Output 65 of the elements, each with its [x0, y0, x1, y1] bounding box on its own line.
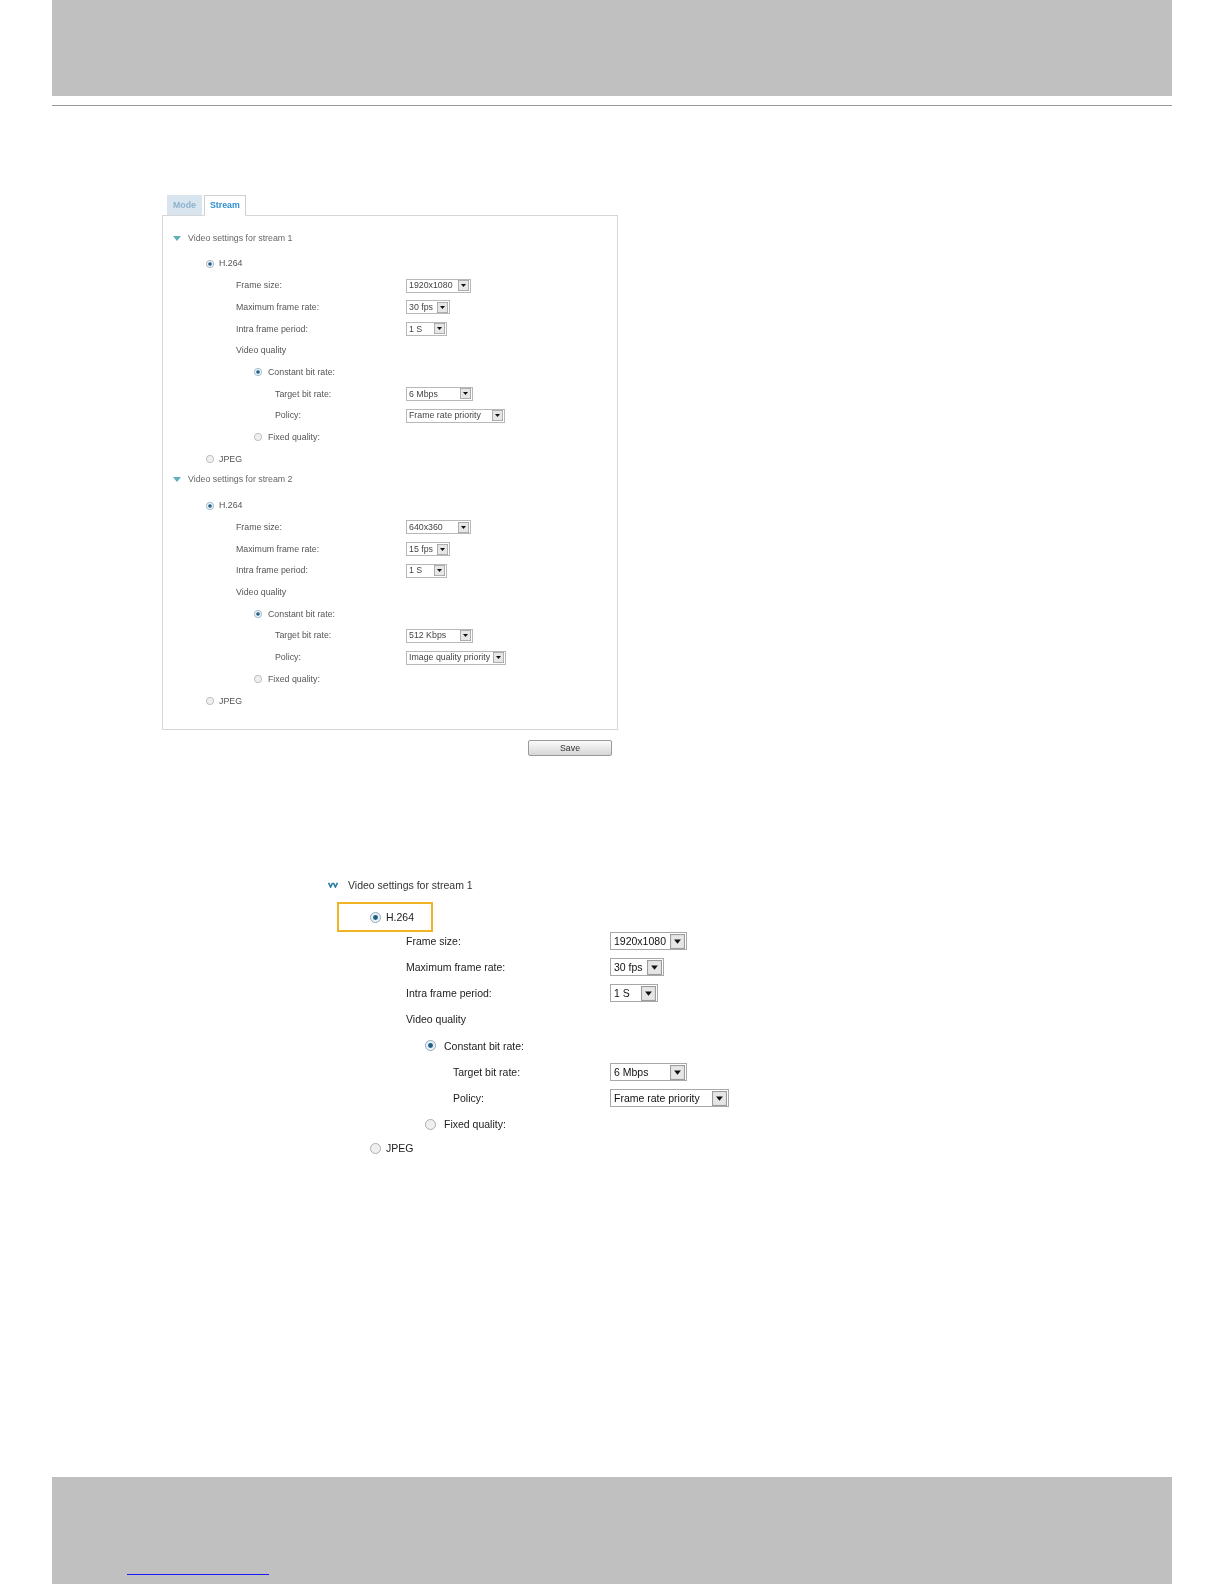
save-button[interactable]: Save: [528, 740, 612, 756]
radio-button[interactable]: [370, 1143, 381, 1154]
field-label: Intra frame period:: [406, 988, 493, 999]
radio-button[interactable]: [425, 1118, 436, 1130]
field-label: Target bit rate:: [275, 389, 333, 399]
radio-label: H.264: [219, 259, 243, 269]
dropdown[interactable]: 6 Mbps: [610, 1063, 687, 1082]
field-label: Target bit rate:: [275, 631, 333, 641]
radio-button[interactable]: [206, 501, 214, 510]
dropdown[interactable]: 30 fps: [406, 300, 450, 315]
dropdown[interactable]: Frame rate priority: [610, 1089, 729, 1108]
radio-label: Fixed quality:: [268, 432, 320, 442]
field-label: Frame size:: [406, 935, 462, 947]
section-title[interactable]: Video settings for stream 1: [188, 233, 293, 243]
field-label: Policy:: [275, 653, 302, 662]
field-label: Intra frame period:: [236, 566, 309, 576]
dropdown[interactable]: 1 S: [406, 563, 447, 578]
caret-down-icon[interactable]: [173, 235, 181, 241]
dropdown[interactable]: 15 fps: [406, 542, 450, 557]
radio-button[interactable]: [206, 455, 214, 464]
field-label: Maximum frame rate:: [406, 962, 507, 973]
radio-button[interactable]: [254, 368, 262, 377]
radio-label: JPEG: [219, 454, 242, 464]
radio-label: Fixed quality:: [268, 674, 320, 684]
field-label: Maximum frame rate:: [236, 302, 321, 312]
radio-label: Constant bit rate:: [268, 367, 335, 377]
radio-label: Fixed quality:: [444, 1119, 506, 1130]
group-label: Video quality: [236, 588, 287, 597]
field-label: Policy:: [275, 411, 302, 421]
dropdown[interactable]: 512 Kbps: [406, 628, 473, 643]
radio-button[interactable]: [370, 911, 381, 923]
dropdown[interactable]: 6 Mbps: [406, 386, 473, 401]
section-title[interactable]: Video settings for stream 1: [348, 879, 473, 891]
dropdown[interactable]: 1920x1080: [610, 932, 687, 951]
dropdown[interactable]: 1920x1080: [406, 278, 471, 293]
radio-button[interactable]: [425, 1040, 436, 1052]
field-label: Intra frame period:: [236, 324, 309, 334]
double-chevron-down-icon[interactable]: [328, 882, 338, 888]
dropdown[interactable]: 1 S: [610, 984, 658, 1003]
radio-button[interactable]: [206, 259, 214, 268]
radio-label: H.264: [219, 501, 243, 511]
field-label: Policy:: [453, 1092, 485, 1104]
radio-button[interactable]: [254, 675, 262, 684]
radio-label: H.264: [386, 911, 415, 923]
field-label: Maximum frame rate:: [236, 544, 321, 554]
radio-button[interactable]: [254, 433, 262, 442]
section-title[interactable]: Video settings for stream 2: [188, 475, 293, 485]
group-label: Video quality: [236, 346, 287, 355]
caret-down-icon[interactable]: [173, 477, 181, 483]
radio-label: Constant bit rate:: [268, 609, 335, 619]
field-label: Target bit rate:: [453, 1066, 522, 1078]
dropdown[interactable]: 30 fps: [610, 958, 664, 977]
radio-label: JPEG: [386, 1143, 414, 1154]
dropdown[interactable]: 640x360: [406, 520, 471, 535]
radio-button[interactable]: [206, 696, 214, 705]
dropdown[interactable]: 1 S: [406, 321, 447, 336]
radio-button[interactable]: [254, 610, 262, 619]
dropdown[interactable]: Frame rate priority: [406, 408, 505, 423]
field-label: Frame size:: [236, 523, 283, 532]
radio-label: JPEG: [219, 696, 242, 706]
tab[interactable]: Stream: [203, 195, 246, 216]
dropdown[interactable]: Image quality priority: [406, 650, 507, 665]
group-label: Video quality: [406, 1014, 466, 1025]
radio-label: Constant bit rate:: [444, 1040, 524, 1052]
field-label: Frame size:: [236, 281, 283, 290]
